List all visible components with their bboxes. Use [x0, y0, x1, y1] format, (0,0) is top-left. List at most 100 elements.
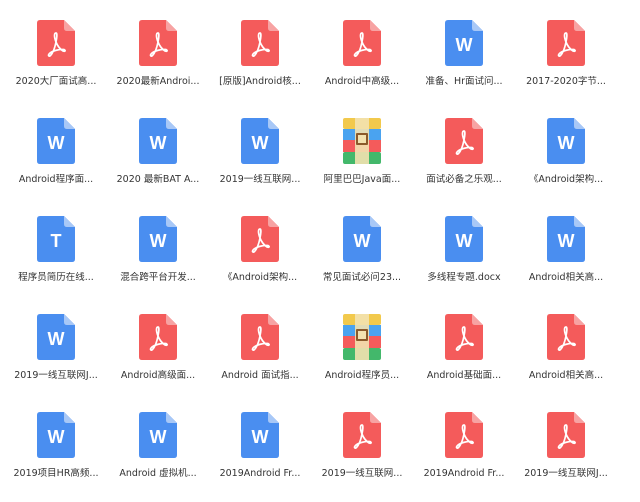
file-item[interactable]: W 2020 最新BAT A...	[106, 118, 210, 208]
file-item[interactable]: W 《Android架构...	[514, 118, 618, 208]
word-icon: W	[139, 216, 177, 262]
pdf-icon	[445, 314, 483, 360]
file-item[interactable]: Android高级面...	[106, 314, 210, 404]
file-item[interactable]: W Android相关高...	[514, 216, 618, 306]
file-item[interactable]: 2019Android Fr...	[412, 412, 516, 502]
file-item[interactable]: 《Android架构...	[208, 216, 312, 306]
file-item[interactable]: W Android程序面...	[4, 118, 108, 208]
pdf-icon	[37, 20, 75, 66]
pdf-icon	[139, 20, 177, 66]
file-item[interactable]: 2019一线互联网...	[310, 412, 414, 502]
file-name-label: Android 面试指...	[221, 370, 299, 381]
file-name-label: 《Android架构...	[222, 272, 298, 283]
pdf-icon	[241, 216, 279, 262]
file-item[interactable]: W 准备、Hr面试问...	[412, 20, 516, 110]
pdf-icon	[241, 314, 279, 360]
file-name-label: 2020最新Androi...	[116, 76, 200, 87]
file-name-label: Android 虚拟机...	[119, 468, 197, 479]
file-name-label: 《Android架构...	[528, 174, 604, 185]
pdf-icon	[139, 314, 177, 360]
pdf-icon	[445, 412, 483, 458]
file-item[interactable]: Android 面试指...	[208, 314, 312, 404]
word-icon: W	[37, 118, 75, 164]
pdf-icon	[343, 412, 381, 458]
pdf-icon	[547, 20, 585, 66]
file-item[interactable]: W 多线程专题.docx	[412, 216, 516, 306]
file-name-label: 混合跨平台开发...	[120, 272, 196, 283]
file-name-label: Android相关高...	[528, 272, 604, 283]
file-name-label: 阿里巴巴Java面...	[323, 174, 401, 185]
svg-text:W: W	[456, 35, 473, 55]
word-icon: W	[445, 216, 483, 262]
file-item[interactable]: Android相关高...	[514, 314, 618, 404]
file-name-label: 2019Android Fr...	[219, 468, 301, 479]
file-item[interactable]: 2020最新Androi...	[106, 20, 210, 110]
pdf-icon	[241, 20, 279, 66]
pdf-icon	[445, 118, 483, 164]
svg-text:W: W	[150, 133, 167, 153]
svg-text:W: W	[558, 231, 575, 251]
file-name-label: 面试必备之乐观...	[426, 174, 502, 185]
file-item[interactable]: W 混合跨平台开发...	[106, 216, 210, 306]
pdf-icon	[547, 412, 585, 458]
file-name-label: 2019一线互联网...	[321, 468, 403, 479]
svg-text:T: T	[51, 231, 62, 251]
svg-text:W: W	[558, 133, 575, 153]
file-item[interactable]: W 2019Android Fr...	[208, 412, 312, 502]
file-name-label: 2020 最新BAT A...	[116, 174, 200, 185]
pdf-icon	[343, 20, 381, 66]
svg-text:W: W	[48, 133, 65, 153]
file-item[interactable]: 2017-2020字节...	[514, 20, 618, 110]
word-icon: W	[139, 118, 177, 164]
word-icon: W	[445, 20, 483, 66]
pdf-icon	[547, 314, 585, 360]
archive-icon	[343, 118, 381, 164]
svg-text:W: W	[48, 427, 65, 447]
archive-icon	[343, 314, 381, 360]
file-name-label: 2019一线互联网J...	[14, 370, 98, 381]
word-icon: W	[241, 118, 279, 164]
file-item[interactable]: Android程序员...	[310, 314, 414, 404]
word-icon: W	[547, 216, 585, 262]
file-name-label: 2017-2020字节...	[526, 76, 606, 87]
file-item[interactable]: T 程序员简历在线...	[4, 216, 108, 306]
file-name-label: Android基础面...	[426, 370, 502, 381]
file-item[interactable]: W 2019项目HR高频...	[4, 412, 108, 502]
file-item[interactable]: 阿里巴巴Java面...	[310, 118, 414, 208]
file-name-label: Android程序面...	[18, 174, 94, 185]
file-name-label: 程序员简历在线...	[18, 272, 94, 283]
file-name-label: 2020大厂面试高...	[15, 76, 97, 87]
file-name-label: 多线程专题.docx	[427, 272, 501, 283]
word-icon: W	[139, 412, 177, 458]
file-item[interactable]: [原版]Android核...	[208, 20, 312, 110]
file-item[interactable]: 2019一线互联网J...	[514, 412, 618, 502]
svg-text:W: W	[252, 427, 269, 447]
svg-text:W: W	[354, 231, 371, 251]
file-name-label: Android中高级...	[324, 76, 400, 87]
word-icon: W	[547, 118, 585, 164]
file-name-label: 常见面试必问23...	[322, 272, 402, 283]
file-name-label: 2019Android Fr...	[423, 468, 505, 479]
file-item[interactable]: Android中高级...	[310, 20, 414, 110]
word-icon: W	[343, 216, 381, 262]
file-name-label: Android程序员...	[324, 370, 400, 381]
file-item[interactable]: W 常见面试必问23...	[310, 216, 414, 306]
file-grid: 2020大厂面试高... 2020最新Androi... [原版]Android核.…	[0, 0, 640, 484]
file-name-label: Android高级面...	[120, 370, 196, 381]
svg-text:W: W	[150, 231, 167, 251]
file-name-label: 2019项目HR高频...	[13, 468, 99, 479]
word-icon: W	[37, 314, 75, 360]
file-name-label: 2019一线互联网J...	[524, 468, 608, 479]
file-name-label: 准备、Hr面试问...	[425, 76, 503, 87]
svg-text:W: W	[456, 231, 473, 251]
word-icon: W	[37, 412, 75, 458]
file-item[interactable]: 2020大厂面试高...	[4, 20, 108, 110]
svg-text:W: W	[252, 133, 269, 153]
file-item[interactable]: W Android 虚拟机...	[106, 412, 210, 502]
file-item[interactable]: Android基础面...	[412, 314, 516, 404]
text-doc-icon: T	[37, 216, 75, 262]
file-item[interactable]: W 2019一线互联网J...	[4, 314, 108, 404]
file-name-label: Android相关高...	[528, 370, 604, 381]
file-item[interactable]: 面试必备之乐观...	[412, 118, 516, 208]
file-item[interactable]: W 2019一线互联网...	[208, 118, 312, 208]
